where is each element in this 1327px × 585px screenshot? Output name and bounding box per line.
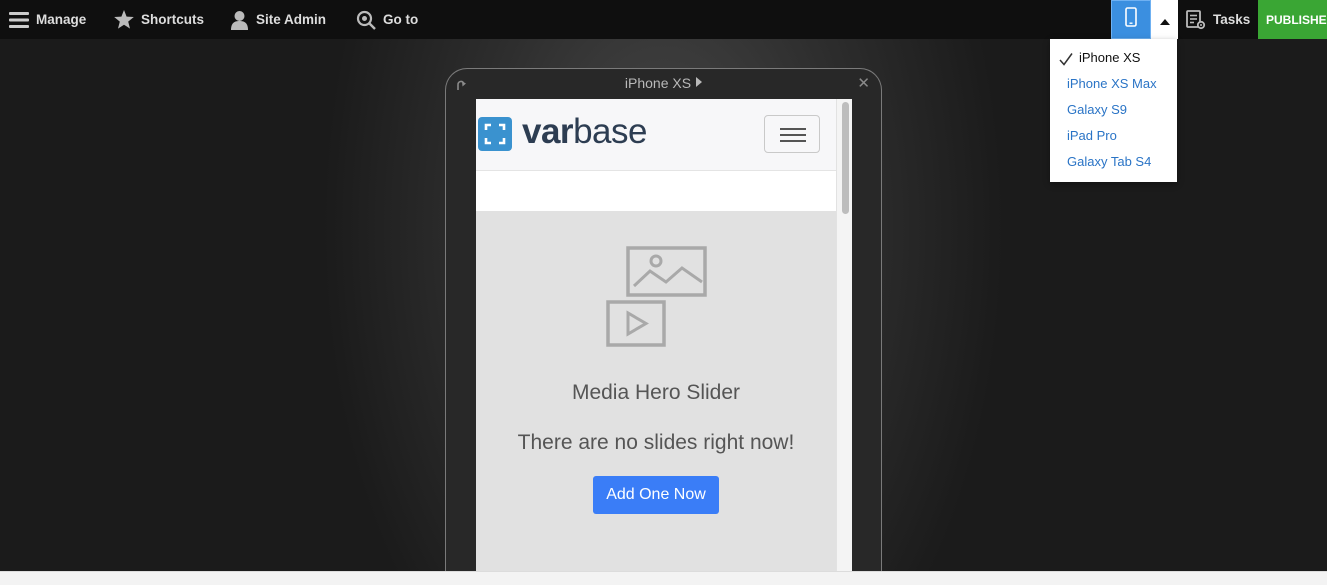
search-icon [356, 10, 376, 30]
site-admin-menu[interactable]: Site Admin [230, 0, 326, 39]
goto-menu[interactable]: Go to [356, 0, 418, 39]
goto-label: Go to [383, 12, 419, 27]
site-header: varbase [476, 99, 836, 171]
add-slide-button[interactable]: Add One Now [593, 476, 719, 514]
device-option-ipad-pro[interactable]: iPad Pro [1050, 125, 1177, 151]
device-option-iphone-xs-max[interactable]: iPhone XS Max [1050, 73, 1177, 99]
device-title[interactable]: iPhone XS [446, 75, 881, 91]
manage-label: Manage [36, 12, 87, 27]
device-option-label: iPhone XS [1079, 50, 1141, 65]
logo-text-light: base [573, 112, 647, 151]
media-placeholder-icon [606, 246, 708, 353]
content-spacer [476, 171, 836, 211]
device-frame: iPhone XS ✕ varbase Media Hero Slider Th… [445, 68, 882, 571]
star-icon [114, 10, 134, 29]
scrollbar-thumb[interactable] [842, 102, 849, 214]
published-status-button[interactable]: PUBLISHED [1258, 0, 1327, 39]
play-arrow-icon [696, 77, 703, 87]
check-icon [1059, 51, 1073, 73]
device-title-label: iPhone XS [624, 75, 692, 91]
logo-text-bold: var [522, 112, 574, 151]
hero-empty-message: There are no slides right now! [517, 431, 795, 454]
manage-menu[interactable]: Manage [9, 0, 86, 39]
media-hero-slider: Media Hero Slider There are no slides ri… [476, 211, 836, 571]
close-icon[interactable]: ✕ [857, 76, 870, 91]
device-option-galaxy-s9[interactable]: Galaxy S9 [1050, 99, 1177, 125]
device-viewport: varbase Media Hero Slider There are no s… [476, 99, 852, 571]
device-option-label: Galaxy S9 [1067, 102, 1127, 117]
admin-toolbar: Manage Shortcuts Site Admin Go to Tasks … [0, 0, 1327, 39]
device-list-toggle[interactable] [1151, 0, 1178, 39]
caret-up-icon [1159, 18, 1170, 25]
device-option-label: iPhone XS Max [1067, 76, 1157, 91]
site-logo[interactable]: varbase [522, 114, 647, 149]
shortcuts-label: Shortcuts [141, 12, 205, 27]
tasks-icon [1186, 9, 1206, 30]
device-dropdown: iPhone XS iPhone XS Max Galaxy S9 iPad P… [1050, 39, 1177, 182]
device-option-label: Galaxy Tab S4 [1067, 154, 1152, 169]
nav-toggle-button[interactable] [764, 115, 820, 153]
user-icon [230, 10, 249, 30]
responsive-preview-button[interactable] [1111, 0, 1151, 39]
device-option-iphone-xs[interactable]: iPhone XS [1050, 47, 1177, 73]
tasks-menu[interactable]: Tasks [1186, 0, 1250, 39]
viewport-scrollbar[interactable] [836, 99, 852, 571]
device-option-galaxy-tab-s4[interactable]: Galaxy Tab S4 [1050, 151, 1177, 177]
shortcuts-menu[interactable]: Shortcuts [114, 0, 204, 39]
site-admin-label: Site Admin [256, 12, 327, 27]
mobile-device-icon [1125, 7, 1137, 32]
page-bottom-strip [0, 571, 1327, 585]
hamburger-icon [9, 10, 29, 30]
device-option-label: iPad Pro [1067, 128, 1117, 143]
hero-title: Media Hero Slider [571, 381, 741, 404]
tasks-label: Tasks [1213, 12, 1251, 27]
varbase-logo-icon[interactable] [478, 117, 512, 151]
